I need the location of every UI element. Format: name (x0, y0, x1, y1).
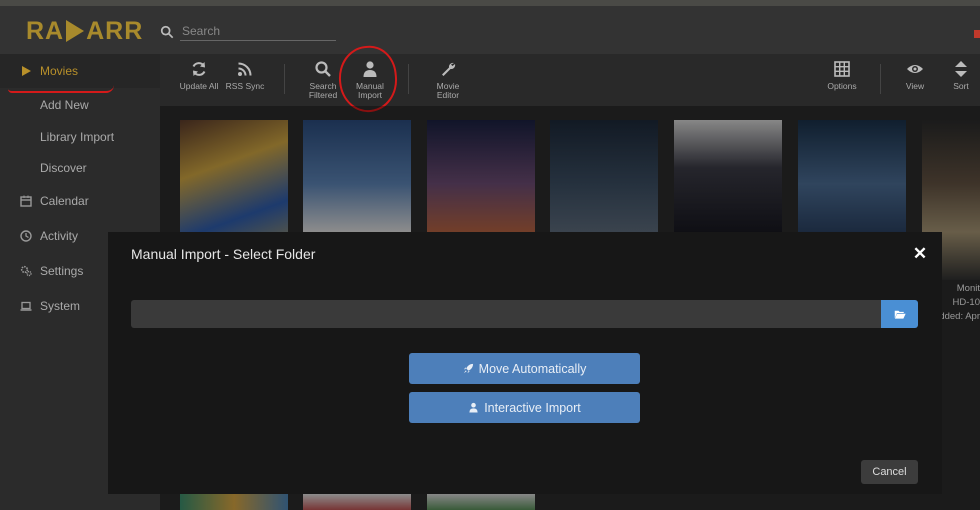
logo-play-icon (66, 20, 85, 42)
sidebar-item-discover[interactable]: Discover (0, 151, 160, 185)
refresh-icon (192, 62, 206, 76)
movie-card-details: Monit HD-10 dded: Apr (936, 282, 980, 324)
page-toolbar: Update All RSS Sync Search Filtered Manu… (160, 54, 980, 106)
update-all-label: Update All (179, 81, 219, 91)
sidebar-item-label: Calendar (40, 194, 89, 208)
calendar-icon (20, 195, 32, 207)
radarr-logo[interactable]: RA ARR (26, 16, 143, 46)
search-input[interactable] (180, 22, 336, 41)
sidebar-item-label: Discover (40, 161, 87, 175)
manual-import-modal: Manual Import - Select Folder ✕ Move Aut… (108, 232, 942, 494)
sidebar-item-label: System (40, 299, 81, 313)
rocket-icon (463, 363, 473, 374)
added-text: dded: Apr (939, 311, 980, 322)
move-automatically-button[interactable]: Move Automatically (409, 353, 640, 384)
folder-open-icon (894, 310, 906, 319)
options-button[interactable]: Options (812, 58, 872, 91)
sort-button[interactable]: Sort (931, 58, 980, 91)
logo-text-right: ARR (86, 16, 144, 45)
monitor-text: Monit (956, 283, 980, 294)
sidebar-item-label: Activity (40, 229, 79, 243)
corner-marker (974, 30, 980, 38)
sidebar-item-label: Movies (40, 64, 79, 78)
movie-editor-label-line2: Editor (436, 90, 460, 100)
user-icon (469, 402, 478, 413)
folder-path-input[interactable] (131, 300, 897, 328)
view-label: View (905, 81, 925, 91)
rss-sync-label: RSS Sync (225, 81, 265, 91)
modal-title: Manual Import - Select Folder (131, 246, 316, 262)
search-icon (160, 25, 174, 38)
sort-label: Sort (953, 81, 969, 91)
sidebar-item-movies[interactable]: Movies (0, 54, 160, 88)
interactive-import-button[interactable]: Interactive Import (409, 392, 640, 423)
grid-icon (834, 61, 850, 77)
close-icon: ✕ (912, 244, 928, 263)
wrench-icon (442, 62, 456, 76)
quality-text: HD-10 (952, 297, 980, 308)
browse-folder-button[interactable] (881, 300, 918, 328)
options-label: Options (827, 81, 857, 91)
sidebar-item-label: Add New (40, 98, 89, 112)
top-header: RA ARR (0, 6, 980, 54)
search-bar (160, 22, 336, 41)
toolbar-separator (408, 64, 409, 94)
clock-icon (20, 230, 32, 242)
eye-icon (907, 65, 923, 73)
close-button[interactable]: ✕ (910, 244, 930, 264)
movie-editor-button[interactable]: Movie Editor (418, 58, 478, 100)
move-automatically-label: Move Automatically (478, 361, 587, 376)
gears-icon (20, 265, 32, 277)
laptop-icon (20, 301, 32, 311)
toolbar-separator (284, 64, 285, 94)
interactive-import-label: Interactive Import (484, 400, 581, 415)
sidebar-item-calendar[interactable]: Calendar (0, 184, 160, 218)
sidebar-item-label: Settings (40, 264, 84, 278)
sidebar-item-library-import[interactable]: Library Import (0, 120, 160, 154)
sidebar-item-label: Library Import (40, 130, 115, 144)
logo-text-left: RA (26, 16, 65, 45)
cancel-button[interactable]: Cancel (861, 460, 918, 484)
red-underline-annotation (8, 85, 114, 93)
sidebar-item-add-new[interactable]: Add New (0, 88, 160, 122)
toolbar-separator (880, 64, 881, 94)
sort-icon (955, 61, 967, 77)
search-filtered-label-line2: Filtered (308, 90, 338, 100)
play-icon (22, 66, 31, 76)
search-icon (315, 61, 331, 77)
rss-icon (238, 62, 252, 76)
rss-sync-button[interactable]: RSS Sync (215, 58, 275, 91)
